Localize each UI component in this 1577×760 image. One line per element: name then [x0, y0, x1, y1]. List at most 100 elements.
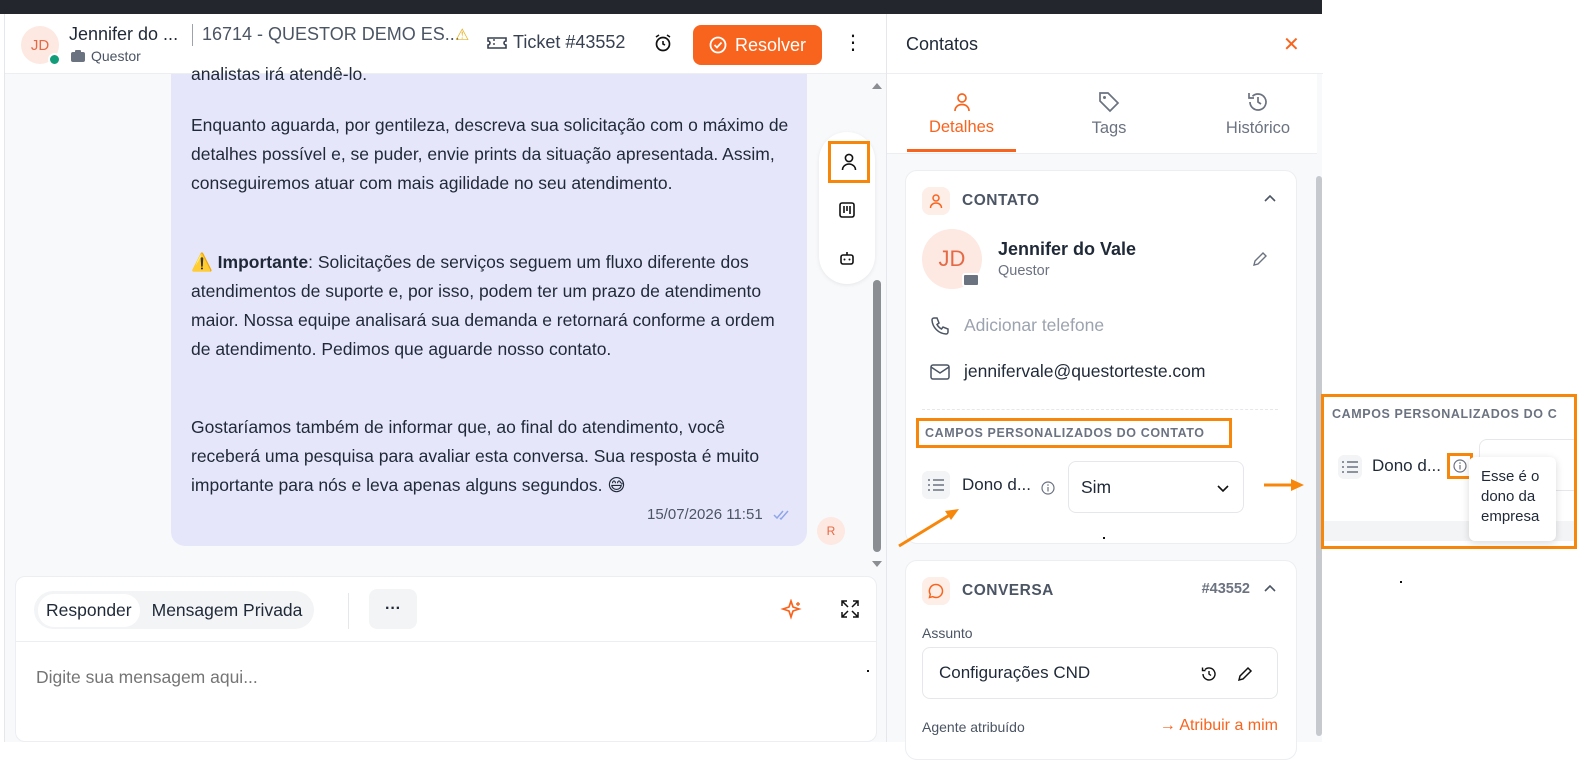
list-icon	[1338, 455, 1362, 479]
contact-card-title: CONTATO	[962, 192, 1040, 209]
message-paragraph: Enquanto aguarda, por gentileza, descrev…	[191, 115, 789, 193]
sender-avatar: R	[817, 517, 845, 545]
panel-tabs: Detalhes Tags Histórico	[887, 74, 1317, 154]
close-icon[interactable]: ✕	[1283, 32, 1300, 57]
contact-avatar[interactable]: JD	[21, 26, 61, 66]
user-icon	[953, 92, 970, 111]
conversation-card: CONVERSA #43552 Assunto Configurações CN…	[905, 560, 1297, 760]
contacts-panel: Contatos ✕ Detalhes Tags Histórico CONTA…	[886, 14, 1323, 760]
conversation-card-title: CONVERSA	[962, 582, 1054, 599]
history-icon	[1248, 92, 1267, 111]
scroll-up-icon[interactable]	[871, 82, 883, 90]
robot-icon	[840, 252, 854, 265]
custom-field-select[interactable]: Sim	[1068, 461, 1244, 513]
history-icon[interactable]	[1201, 666, 1217, 682]
contact-details-button[interactable]	[828, 141, 870, 183]
conversation-section-icon	[922, 577, 950, 605]
tab-details-label: Detalhes	[928, 117, 995, 136]
bot-button[interactable]	[835, 246, 859, 270]
phone-icon	[931, 316, 949, 335]
avatar-initials: JD	[30, 36, 50, 54]
double-check-icon	[773, 510, 789, 520]
phone-row[interactable]: Adicionar telefone	[930, 315, 1104, 336]
kanban-icon	[839, 202, 855, 218]
message-input[interactable]	[36, 667, 856, 688]
organization-title[interactable]: 16714 - QUESTOR DEMO ES...	[202, 24, 460, 45]
warning-emoji: ⚠️	[191, 252, 218, 272]
tab-private-message[interactable]: Mensagem Privada	[144, 594, 311, 627]
conversation-pane: JD Jennifer do ... 16714 - QUESTOR DEMO …	[4, 14, 887, 742]
sparkle-icon[interactable]	[780, 599, 802, 621]
speck	[867, 670, 869, 672]
custom-field-value: Sim	[1081, 476, 1112, 497]
custom-fields-heading: CAMPOS PERSONALIZADOS DO CONTATO	[916, 418, 1232, 448]
section-divider	[922, 409, 1278, 410]
ticket-icon	[487, 36, 507, 49]
chevron-up-icon[interactable]	[1264, 583, 1276, 595]
warning-icon: ⚠	[455, 27, 470, 44]
mail-icon	[930, 363, 950, 380]
resolve-label: Resolver	[734, 34, 807, 55]
assign-to-me-link[interactable]: → Atribuir a mim	[1160, 717, 1278, 735]
composer-divider	[348, 593, 349, 629]
chevron-up-icon[interactable]	[1264, 193, 1276, 205]
tab-tags-label: Tags	[1091, 118, 1127, 137]
message-bubble: analistas irá atendê-lo. Enquanto aguard…	[171, 64, 807, 546]
contact-name[interactable]: Jennifer do ...	[69, 24, 178, 45]
info-icon[interactable]	[1041, 481, 1055, 495]
subject-value: Configurações CND	[939, 663, 1091, 682]
chat-scrollbar[interactable]	[871, 80, 883, 580]
header-divider	[192, 24, 193, 46]
conversation-card-header[interactable]: CONVERSA	[922, 577, 1054, 605]
panel-header: Contatos ✕	[887, 14, 1323, 74]
online-status-dot	[48, 53, 61, 66]
message-paragraph: analistas irá atendê-lo.	[191, 64, 368, 84]
more-actions-button[interactable]: ···	[369, 589, 417, 629]
company-icon	[71, 50, 85, 62]
ticket-number[interactable]: Ticket #43552	[487, 32, 625, 53]
message-composer: Responder Mensagem Privada ···	[15, 576, 877, 742]
pencil-icon[interactable]	[1252, 251, 1268, 267]
contact-avatar-large: JD	[922, 229, 982, 289]
contact-section-icon	[922, 187, 950, 215]
kanban-button[interactable]	[835, 198, 859, 222]
message-timestamp: 15/07/2026 11:51	[647, 506, 791, 523]
company-label: Questor	[71, 48, 141, 64]
avatar-initials: JD	[938, 246, 966, 271]
subject-field[interactable]: Configurações CND	[922, 647, 1278, 699]
expand-icon[interactable]	[840, 599, 860, 619]
ticket-label: Ticket #43552	[513, 32, 626, 52]
speck	[1103, 537, 1105, 539]
more-options-icon[interactable]: ⋮	[843, 32, 863, 54]
contact-full-name: Jennifer do Vale	[998, 239, 1137, 259]
add-phone-placeholder: Adicionar telefone	[964, 315, 1105, 335]
message-paragraph-important: ⚠️ Importante: Solicitações de serviços …	[191, 248, 797, 364]
scrollbar-thumb[interactable]	[873, 280, 881, 552]
panel-title: Contatos	[906, 34, 979, 54]
check-circle-icon	[709, 36, 727, 54]
subject-label: Assunto	[922, 625, 973, 641]
annotation-arrow	[898, 509, 959, 548]
assigned-agent-label: Agente atribuído	[922, 719, 1025, 735]
resolve-button[interactable]: Resolver	[693, 25, 822, 65]
company-name: Questor	[91, 48, 141, 64]
alarm-clock-icon[interactable]	[653, 33, 673, 53]
message-paragraph: Gostaríamos também de informar que, ao f…	[191, 417, 760, 495]
zoom-field-name: Dono d...	[1372, 456, 1441, 475]
custom-field-name: Dono d...	[962, 475, 1031, 494]
tab-tags[interactable]: Tags	[1059, 74, 1159, 154]
tag-icon	[1099, 91, 1120, 112]
pencil-icon[interactable]	[1237, 666, 1253, 682]
zoom-heading: CAMPOS PERSONALIZADOS DO C	[1332, 407, 1558, 421]
tab-history[interactable]: Histórico	[1207, 74, 1309, 154]
contact-card-header[interactable]: CONTATO	[922, 187, 1040, 215]
tab-details[interactable]: Detalhes	[907, 74, 1016, 154]
important-label: Importante	[217, 252, 309, 272]
company-badge-icon	[962, 273, 980, 287]
speck	[1400, 581, 1402, 583]
window-top-bar	[0, 0, 1322, 14]
tab-reply[interactable]: Responder	[38, 593, 140, 627]
list-icon	[922, 471, 950, 499]
scroll-down-icon[interactable]	[871, 560, 883, 568]
contact-email: jennifervale@questorteste.com	[964, 361, 1206, 381]
